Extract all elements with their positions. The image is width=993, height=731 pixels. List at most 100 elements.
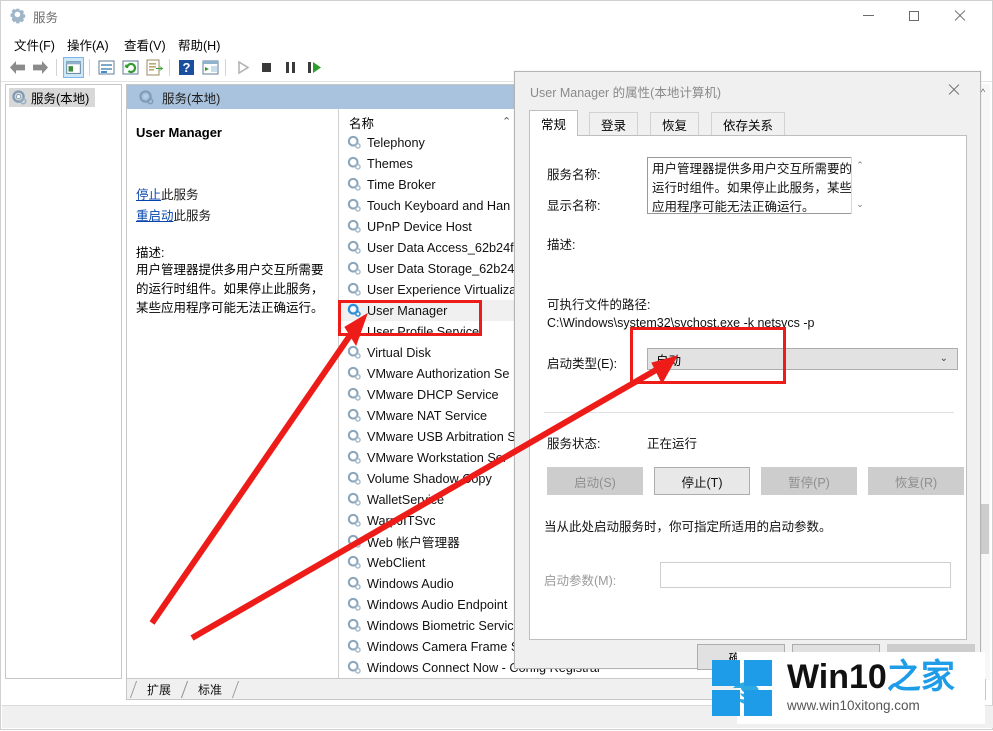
start-button[interactable]: 启动(S): [547, 467, 643, 495]
menu-file[interactable]: 文件(F): [9, 33, 60, 56]
service-detail-panel: User Manager 停止此服务 重启动此服务 描述: 用户管理器提供多用户…: [127, 109, 339, 678]
service-properties-dialog: User Manager 的属性(本地计算机) 常规 登录 恢复 依存关系 服务…: [514, 71, 981, 670]
watermark: Win10之家 www.win10xitong.com: [712, 652, 985, 724]
tab-extended[interactable]: 扩展: [129, 681, 189, 698]
section-divider: [544, 412, 954, 413]
service-gear-icon: [347, 387, 361, 401]
tab-logon[interactable]: 登录: [589, 112, 639, 136]
restart-service-icon[interactable]: [304, 57, 325, 78]
maximize-icon: [909, 10, 919, 21]
restart-service-suffix: 此服务: [173, 209, 212, 223]
start-params-input[interactable]: [660, 562, 951, 588]
startup-type-value: 自动: [656, 353, 682, 368]
service-gear-icon: [347, 618, 361, 632]
scroll-down-icon[interactable]: ⌄: [852, 197, 868, 211]
stop-service-icon[interactable]: [256, 57, 277, 78]
toolbar-separator: [56, 59, 57, 76]
service-name-cell: Windows Audio Endpoint: [367, 597, 508, 612]
toolbar-separator: [225, 59, 226, 76]
detail-description-label: 描述:: [136, 246, 165, 260]
service-gear-icon: [347, 240, 361, 254]
forward-icon[interactable]: [30, 57, 51, 78]
tab-dependencies[interactable]: 依存关系: [711, 112, 786, 136]
scroll-up-icon[interactable]: ⌃: [852, 158, 868, 172]
startup-type-select[interactable]: 自动 ⌄: [647, 348, 958, 370]
show-action-pane-icon[interactable]: [200, 57, 221, 78]
pane-header-label: 服务(本地): [162, 91, 221, 106]
chevron-down-icon: ⌄: [939, 353, 948, 364]
stop-button[interactable]: 停止(T): [654, 467, 750, 495]
console-tree-pane: 服务(本地): [5, 84, 122, 679]
start-params-hint: 当从此处启动服务时，你可指定所适用的启动参数。: [544, 520, 832, 534]
service-name-cell: Windows Audio: [367, 576, 454, 591]
start-button-label: 启动(S): [574, 475, 616, 490]
service-name-label: 服务名称:: [547, 168, 601, 182]
dialog-close-button[interactable]: [934, 76, 974, 104]
tab-recovery[interactable]: 恢复: [650, 112, 700, 136]
service-name-cell: WarpJITSvc: [367, 513, 436, 528]
services-gear-icon: [12, 90, 27, 105]
restart-service-line: 重启动此服务: [136, 205, 211, 224]
service-name-cell: Telephony: [367, 135, 425, 150]
menu-action[interactable]: 操作(A): [62, 33, 114, 56]
tab-standard[interactable]: 标准: [180, 681, 240, 698]
display-name-label: 显示名称:: [547, 199, 601, 213]
start-service-icon[interactable]: [232, 57, 253, 78]
dialog-title: User Manager 的属性(本地计算机): [530, 86, 721, 100]
service-name-cell: User Experience Virtualiza: [367, 282, 517, 297]
properties-icon[interactable]: [96, 57, 117, 78]
detail-service-title: User Manager: [136, 125, 222, 140]
svg-text:?: ?: [183, 60, 191, 75]
restart-service-link[interactable]: 重启动: [136, 209, 174, 223]
service-gear-icon: [347, 576, 361, 590]
export-list-icon[interactable]: [144, 57, 165, 78]
stop-service-suffix: 此服务: [161, 188, 199, 202]
service-name-cell: Volume Shadow Copy: [367, 471, 492, 486]
close-button[interactable]: [937, 1, 983, 30]
service-gear-icon: [347, 156, 361, 170]
service-gear-icon: [347, 597, 361, 611]
pause-service-icon[interactable]: [280, 57, 301, 78]
resume-button-label: 恢复(R): [894, 475, 938, 490]
pause-button-label: 暂停(P): [788, 475, 830, 490]
help-icon[interactable]: ?: [176, 57, 197, 78]
description-label: 描述:: [547, 238, 576, 252]
service-name-cell: VMware USB Arbitration S: [367, 429, 516, 444]
general-tab-panel: 服务名称: UserManager 显示名称: User Manager 描述:…: [529, 135, 967, 640]
resume-button[interactable]: 恢复(R): [868, 467, 964, 495]
start-params-label: 启动参数(M):: [544, 574, 617, 588]
refresh-icon[interactable]: [120, 57, 141, 78]
watermark-title-blue: 之家: [886, 658, 955, 696]
show-hide-tree-icon[interactable]: [63, 57, 84, 78]
service-name-cell: Windows Biometric Servic: [367, 618, 514, 633]
menu-bar: 文件(F) 操作(A) 查看(V) 帮助(H): [1, 31, 992, 53]
dialog-tabs: 常规 登录 恢复 依存关系: [529, 110, 967, 136]
menu-view[interactable]: 查看(V): [119, 33, 171, 56]
pause-button[interactable]: 暂停(P): [761, 467, 857, 495]
back-icon[interactable]: [7, 57, 28, 78]
service-gear-icon: [347, 471, 361, 485]
service-gear-icon: [347, 492, 361, 506]
service-name-cell: VMware Authorization Se: [367, 366, 510, 381]
tab-extended-label: 扩展: [146, 683, 171, 697]
description-scrollbar[interactable]: ⌃ ⌄: [851, 157, 867, 214]
maximize-button[interactable]: [891, 1, 937, 30]
tab-general[interactable]: 常规: [529, 110, 579, 136]
watermark-title-black: Win10: [787, 658, 887, 696]
service-name-cell: WebClient: [367, 555, 426, 570]
stop-service-link[interactable]: 停止: [136, 188, 161, 202]
description-textarea[interactable]: 用户管理器提供多用户交互所需要的运行时组件。如果停止此服务，某些应用程序可能无法…: [647, 157, 867, 214]
menu-help[interactable]: 帮助(H): [173, 33, 225, 56]
tree-item-services-local[interactable]: 服务(本地): [9, 88, 96, 107]
service-status-label: 服务状态:: [547, 437, 601, 451]
close-icon: [948, 84, 960, 96]
service-name-cell: VMware NAT Service: [367, 408, 488, 423]
minimize-button[interactable]: [845, 1, 891, 30]
service-gear-icon: [347, 450, 361, 464]
service-control-buttons: 启动(S) 停止(T) 暂停(P) 恢复(R): [544, 467, 964, 495]
executable-path-value: C:\Windows\system32\svchost.exe -k netsv…: [547, 316, 815, 330]
service-gear-icon: [347, 555, 361, 569]
tab-edge-left: [129, 681, 147, 698]
tab-edge-left: [180, 681, 198, 698]
column-header-name[interactable]: 名称: [349, 113, 374, 132]
